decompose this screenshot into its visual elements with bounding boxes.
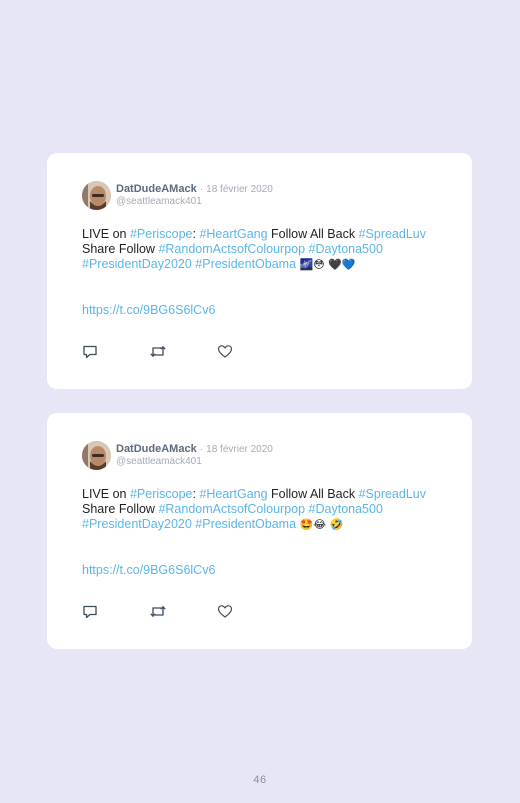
tweet-card: DatDudeAMack · 18 février 2020 @seattlea… xyxy=(47,413,472,649)
hashtag-link[interactable]: #PresidentDay2020 xyxy=(82,517,192,531)
heart-icon[interactable] xyxy=(217,344,235,360)
tweet-date[interactable]: 18 février 2020 xyxy=(206,444,273,455)
text-segment: Follow All Back xyxy=(267,227,359,241)
hashtag-link[interactable]: #PresidentObama xyxy=(195,257,296,271)
avatar[interactable] xyxy=(82,181,111,210)
meta-separator: · xyxy=(199,444,204,455)
author-handle[interactable]: @seattleamack401 xyxy=(116,195,202,208)
emoji-group: 🤩😂 🤣 xyxy=(296,518,344,531)
text-segment: Share Follow xyxy=(82,242,159,256)
tweet-text: LIVE on #Periscope: #HeartGang Follow Al… xyxy=(82,487,442,532)
hashtag-link[interactable]: #Daytona500 xyxy=(309,502,383,516)
text-segment: LIVE on xyxy=(82,227,130,241)
text-segment: Share Follow xyxy=(82,502,159,516)
hashtag-link[interactable]: #PresidentDay2020 xyxy=(82,257,192,271)
author-name[interactable]: DatDudeAMack xyxy=(116,443,197,455)
text-segment: Follow All Back xyxy=(267,487,359,501)
reply-icon[interactable] xyxy=(82,604,100,620)
heart-icon[interactable] xyxy=(217,604,235,620)
meta-separator: · xyxy=(199,184,204,195)
avatar-image xyxy=(82,441,111,470)
hashtag-link[interactable]: #HeartGang xyxy=(199,227,267,241)
avatar-image xyxy=(82,181,111,210)
hashtag-link[interactable]: #Periscope xyxy=(130,227,193,241)
tweet-date[interactable]: 18 février 2020 xyxy=(206,184,273,195)
tweet-link[interactable]: https://t.co/9BG6S6lCv6 xyxy=(82,563,215,578)
hashtag-link[interactable]: #HeartGang xyxy=(199,487,267,501)
hashtag-link[interactable]: #RandomActsofColourpop xyxy=(158,242,305,256)
page-number: 46 xyxy=(253,774,267,786)
author-handle[interactable]: @seattleamack401 xyxy=(116,455,202,468)
tweet-text: LIVE on #Periscope: #HeartGang Follow Al… xyxy=(82,227,442,272)
hashtag-link[interactable]: #SpreadLuv xyxy=(359,227,426,241)
reply-icon[interactable] xyxy=(82,344,100,360)
tweet-link[interactable]: https://t.co/9BG6S6lCv6 xyxy=(82,303,215,318)
hashtag-link[interactable]: #RandomActsofColourpop xyxy=(158,502,305,516)
emoji-group: 🌌😳 🖤💙 xyxy=(296,258,356,271)
author-name[interactable]: DatDudeAMack xyxy=(116,183,197,195)
tweet-card: DatDudeAMack · 18 février 2020 @seattlea… xyxy=(47,153,472,389)
hashtag-link[interactable]: #Daytona500 xyxy=(309,242,383,256)
retweet-icon[interactable] xyxy=(149,344,167,360)
avatar[interactable] xyxy=(82,441,111,470)
hashtag-link[interactable]: #SpreadLuv xyxy=(359,487,426,501)
text-segment: LIVE on xyxy=(82,487,130,501)
hashtag-link[interactable]: #Periscope xyxy=(130,487,193,501)
hashtag-link[interactable]: #PresidentObama xyxy=(195,517,296,531)
retweet-icon[interactable] xyxy=(149,604,167,620)
